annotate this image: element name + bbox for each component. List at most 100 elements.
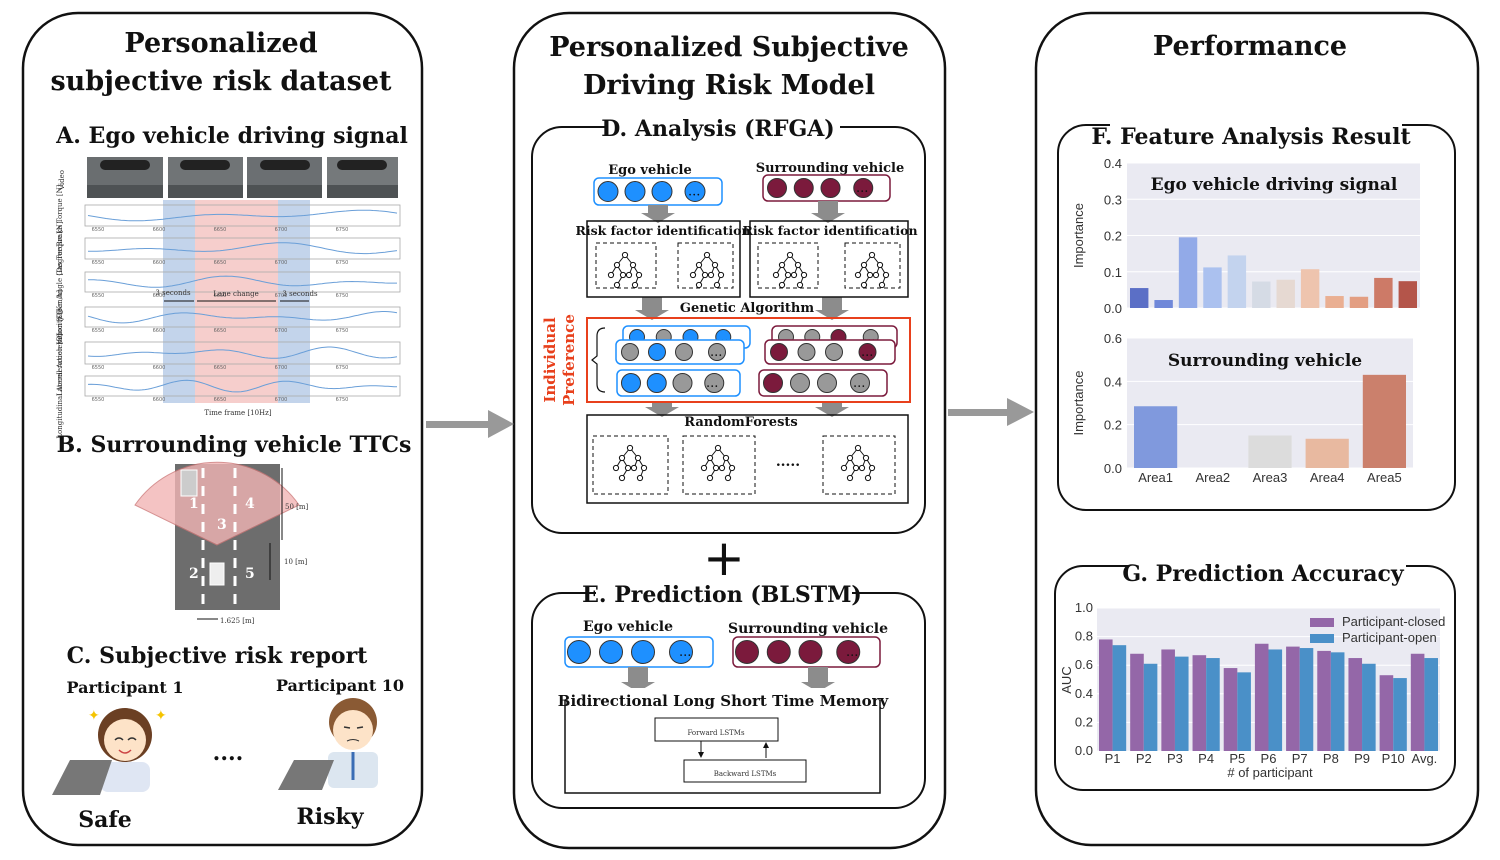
x-tick-label: P1 — [1105, 751, 1121, 766]
y-axis-label: Importance — [1071, 203, 1086, 268]
node — [651, 181, 673, 202]
chart-title: Surrounding vehicle — [1168, 351, 1362, 371]
x-tick-label: P6 — [1261, 751, 1277, 766]
legend-swatch — [1310, 634, 1334, 643]
video-frames — [87, 157, 398, 198]
section-b-title: B. Surrounding vehicle TTCs — [57, 432, 412, 458]
tree-icons — [607, 251, 890, 482]
participant-10-label: Participant 10 — [276, 676, 404, 695]
bar-closed — [1130, 653, 1144, 751]
node-ellipsis: ... — [856, 181, 868, 196]
y-tick-label: 0.2 — [1104, 229, 1122, 244]
bar-closed — [1379, 675, 1394, 751]
participant-1-illustration: ✦ ✦ — [52, 708, 167, 795]
forward-lstm-label: Forward LSTMs — [687, 729, 745, 737]
bar — [1374, 277, 1393, 308]
dist-50m: 50 [m] — [285, 503, 309, 511]
x-tick-label: P2 — [1136, 751, 1152, 766]
signal-tick: 6550 — [92, 293, 105, 299]
middle-title-1: Personalized Subjective — [549, 32, 909, 63]
y-axis-label: Importance — [1071, 370, 1086, 435]
node-ellipsis: ... — [679, 645, 691, 660]
risk-factor-label-ego: Risk factor identification — [575, 223, 750, 238]
bar-closed — [1410, 653, 1425, 751]
node — [767, 178, 787, 198]
section-f-title: F. Feature Analysis Result — [1091, 124, 1411, 150]
bar — [1362, 374, 1406, 468]
y-tick-label: 0.4 — [1075, 686, 1093, 701]
node — [770, 343, 788, 361]
y-tick-label: 0.4 — [1104, 156, 1122, 171]
chart-title: Ego vehicle driving signal — [1151, 175, 1398, 195]
bar — [1130, 288, 1149, 308]
random-forests-label: RandomForests — [684, 415, 797, 430]
x-tick-label: Avg. — [1412, 751, 1438, 766]
bar-closed — [1099, 639, 1113, 751]
blstm-label: Bidirectional Long Short Time Memory — [558, 692, 890, 710]
bar-open — [1237, 672, 1251, 751]
bar — [1252, 281, 1271, 308]
bar — [1300, 269, 1320, 308]
y-tick-label: 0.2 — [1075, 714, 1093, 729]
node-ellipsis: ... — [688, 185, 700, 200]
signal-tick: 6750 — [336, 293, 349, 299]
signal-tick: 6750 — [336, 365, 349, 371]
node — [648, 343, 666, 361]
signal-tick: 6650 — [214, 397, 227, 403]
signal-tick: 6550 — [92, 365, 105, 371]
bar — [1248, 435, 1292, 468]
svg-text:✦: ✦ — [155, 708, 167, 724]
signal-row-label: Longitudinal Acceleration [G] — [56, 333, 64, 439]
backward-lstm-label: Backward LSTMs — [714, 770, 777, 778]
section-c-title: C. Subjective risk report — [67, 643, 368, 669]
bar — [1203, 267, 1222, 308]
area-label-5: 5 — [245, 566, 255, 582]
risky-label: Risky — [296, 804, 364, 830]
forest-trees — [592, 435, 896, 495]
legend-label: Participant-closed — [1342, 614, 1445, 629]
signal-tick: 6600 — [153, 227, 166, 233]
flow-arrow-right — [948, 398, 1034, 426]
bar — [1349, 296, 1369, 308]
row-label-video: Video — [58, 170, 66, 191]
y-tick-label: 1.0 — [1075, 600, 1093, 615]
bar — [1154, 300, 1173, 308]
bar — [1325, 296, 1344, 308]
signal-tick: 6650 — [214, 365, 227, 371]
bar-open — [1143, 663, 1158, 751]
node — [817, 373, 837, 393]
node — [797, 343, 816, 361]
node — [621, 343, 639, 361]
d-ego-label: Ego vehicle — [608, 163, 692, 178]
signal-tick: 6550 — [92, 227, 105, 233]
bar-open — [1206, 658, 1220, 751]
node — [825, 343, 843, 361]
signal-tick: 6650 — [214, 227, 227, 233]
decision-tree-icon — [607, 251, 643, 289]
decision-tree-icon — [700, 444, 736, 482]
plus-sign: + — [703, 529, 745, 587]
y-tick-label: 0.1 — [1104, 265, 1122, 280]
node-ellipsis: ... — [706, 376, 718, 391]
signal-tick: 6550 — [92, 328, 105, 334]
node — [798, 640, 823, 664]
decision-tree-icon — [840, 444, 876, 482]
node-ellipsis: ... — [846, 645, 858, 660]
signal-tick: 6650 — [214, 260, 227, 266]
charts: 0.0 0.1 0.2 0.3 0.4 Importance Ego vehicle dri… — [1059, 156, 1445, 780]
individual-pref-2: Preference — [560, 314, 578, 406]
bar-closed — [1286, 646, 1300, 751]
participant-1-label: Participant 1 — [67, 678, 184, 697]
signal-tick: 6700 — [275, 365, 288, 371]
signal-tick: 6550 — [92, 397, 105, 403]
bar-closed — [1223, 668, 1238, 751]
node — [790, 373, 810, 393]
signal-tick: 6550 — [92, 260, 105, 266]
legend-label: Participant-open — [1342, 630, 1437, 645]
y-tick-label: 0.6 — [1075, 657, 1093, 672]
x-tick-label: P5 — [1229, 751, 1245, 766]
bar-open — [1174, 656, 1189, 751]
bar-closed — [1317, 650, 1331, 751]
forest-dots: ..... — [776, 454, 800, 470]
bar-closed — [1192, 655, 1207, 751]
